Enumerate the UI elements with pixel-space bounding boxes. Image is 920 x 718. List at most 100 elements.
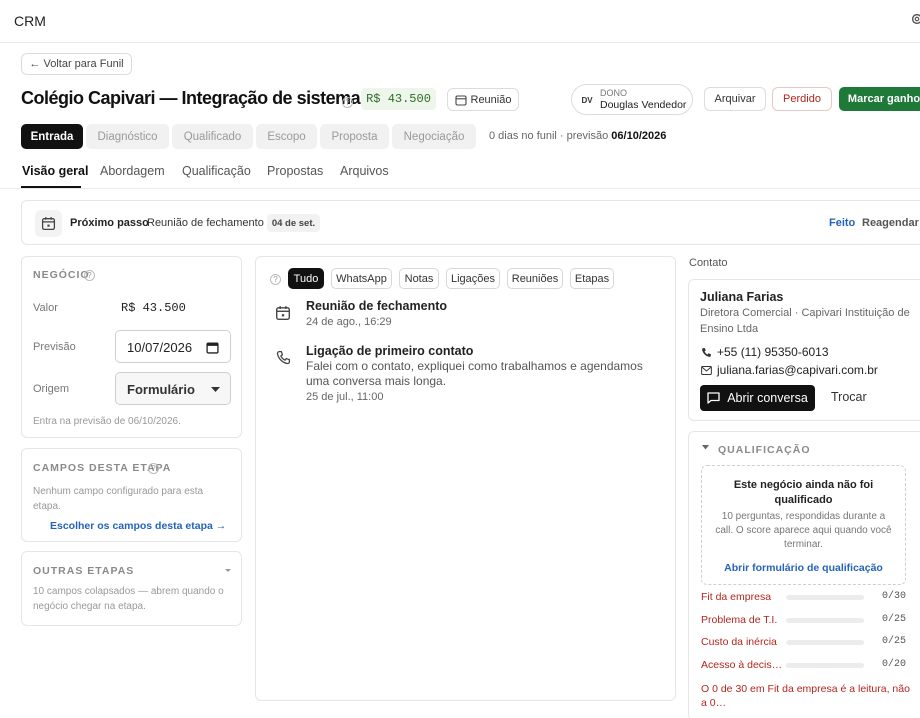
forecast-date-input[interactable]: 10/07/2026	[115, 330, 231, 363]
origin-value: Formulário	[127, 382, 195, 397]
qualification-progress-bar	[786, 617, 864, 623]
forecast-date: 06/10/2026	[611, 130, 667, 142]
qualification-row: Acesso à decis… 0/20	[689, 659, 920, 677]
tab-arquivos[interactable]: Arquivos	[340, 164, 389, 178]
mark-won-button[interactable]: Marcar ganho	[839, 87, 920, 111]
owner-selector[interactable]: DV DONO Douglas Vendedor	[571, 84, 693, 115]
stage-negociacao[interactable]: Negociação	[392, 124, 476, 149]
activity-date: 24 de ago., 16:29	[306, 316, 392, 328]
stage-entrada[interactable]: Entrada	[21, 124, 83, 149]
help-icon[interactable]: ?	[84, 270, 95, 281]
qualification-title: QUALIFICAÇÃO	[718, 444, 811, 456]
other-stages-panel[interactable]: OUTRAS ETAPAS 10 campos colapsados — abr…	[21, 551, 242, 626]
tab-qualificacao[interactable]: Qualificação	[182, 164, 251, 178]
forecast-date-value: 10/07/2026	[127, 340, 193, 355]
stage-escopo[interactable]: Escopo	[256, 124, 317, 149]
tab-abordagem[interactable]: Abordagem	[100, 164, 165, 178]
contact-role: Diretora Comercial · Capivari Instituiçã…	[700, 307, 910, 335]
qualification-row-label: Problema de T.I.	[701, 613, 778, 626]
avatar: DV	[581, 95, 593, 105]
filter-tudo[interactable]: Tudo	[288, 268, 324, 289]
tab-visao-geral[interactable]: Visão geral	[22, 164, 88, 178]
choose-fields-link[interactable]: Escolher os campos desta etapa →	[50, 520, 226, 532]
phone-icon	[272, 346, 294, 368]
back-to-funnel-button[interactable]: ← Voltar para Funil	[21, 53, 132, 75]
qualification-row: Fit da empresa 0/30	[689, 591, 920, 609]
contact-email[interactable]: juliana.farias@capivari.com.br	[717, 363, 878, 377]
qualification-empty-text: 10 perguntas, respondidas durante a call…	[715, 511, 892, 550]
owner-role: DONO	[600, 88, 627, 98]
value-amount: R$ 43.500	[121, 301, 186, 315]
origin-label: Origem	[33, 383, 70, 395]
divider	[0, 188, 920, 189]
mail-icon	[701, 366, 712, 375]
open-chat-label: Abrir conversa	[727, 391, 808, 405]
open-chat-button[interactable]: Abrir conversa	[700, 385, 815, 411]
qualification-row-score: 0/25	[882, 613, 907, 625]
forecast-label: Previsão	[33, 341, 76, 353]
help-icon[interactable]: ?	[342, 97, 353, 108]
next-step-value: Reunião de fechamento	[147, 217, 264, 229]
filter-reunioes[interactable]: Reuniões	[507, 268, 563, 289]
reschedule-button[interactable]: Reagendar	[862, 217, 919, 229]
qualification-row-label: Custo da inércia	[701, 636, 777, 648]
deal-panel: NEGÓCIO ? Valor R$ 43.500 Previsão 10/07…	[21, 256, 242, 438]
contact-card: Juliana Farias Diretora Comercial · Capi…	[688, 279, 920, 421]
help-icon[interactable]: ?	[148, 463, 159, 474]
value-label: Valor	[33, 302, 58, 314]
stage-fields-panel: CAMPOS DESTA ETAPA ? Nenhum campo config…	[21, 448, 242, 542]
funnel-status: 0 dias no funil · previsão 06/10/2026	[489, 130, 666, 142]
contact-phone[interactable]: +55 (11) 95350-6013	[717, 345, 829, 359]
tab-propostas[interactable]: Propostas	[267, 164, 323, 178]
forecast-note: Entra na previsão de 06/10/2026.	[33, 416, 181, 427]
done-button[interactable]: Feito	[829, 217, 855, 229]
qualification-row: Custo da inércia 0/25	[689, 636, 920, 654]
archive-button[interactable]: Arquivar	[704, 87, 766, 111]
filter-etapas[interactable]: Etapas	[570, 268, 614, 289]
chevron-down-icon	[225, 569, 231, 572]
stage-proposta[interactable]: Proposta	[320, 124, 389, 149]
contact-section-label: Contato	[689, 257, 728, 269]
stage-fields-empty: Nenhum campo configurado para esta etapa…	[33, 486, 204, 512]
contact-name: Juliana Farias	[700, 290, 784, 304]
chevron-down-icon[interactable]	[702, 445, 709, 450]
gear-icon[interactable]	[910, 12, 920, 26]
origin-select[interactable]: Formulário	[115, 372, 231, 405]
open-qualification-form-link[interactable]: Abrir formulário de qualificação	[702, 562, 905, 574]
qualification-row-label: Acesso à decis…	[701, 658, 783, 671]
next-step-label: Próximo passo	[70, 217, 149, 229]
swap-contact-button[interactable]: Trocar	[831, 390, 867, 404]
calendar-icon	[206, 342, 219, 354]
filter-ligacoes[interactable]: Ligações	[446, 268, 500, 289]
funnel-status-text: 0 dias no funil · previsão	[489, 130, 612, 142]
qualification-panel: QUALIFICAÇÃO Este negócio ainda não foi …	[688, 431, 920, 718]
qualification-progress-bar	[786, 662, 864, 668]
filter-notas[interactable]: Notas	[399, 268, 439, 289]
stage-qualificado[interactable]: Qualificado	[172, 124, 253, 149]
meeting-button[interactable]: Reunião	[447, 88, 519, 111]
meeting-label: Reunião	[470, 93, 512, 106]
qualification-row-score: 0/20	[882, 658, 907, 670]
stage-diagnostico[interactable]: Diagnóstico	[86, 124, 169, 149]
calendar-icon	[35, 210, 62, 237]
qualification-progress-bar	[786, 640, 864, 645]
activity-title: Ligação de primeiro contato	[306, 344, 474, 358]
app-title: CRM	[14, 13, 46, 29]
filter-whatsapp[interactable]: WhatsApp	[331, 268, 392, 289]
qualification-row-score: 0/30	[882, 591, 907, 602]
qualification-row-label: Fit da empresa	[701, 591, 772, 603]
phone-icon	[702, 348, 711, 357]
other-stages-title: OUTRAS ETAPAS	[33, 565, 135, 577]
qualification-empty-box: Este negócio ainda não foi qualificado 1…	[701, 465, 906, 585]
qualification-row: Problema de T.I. 0/25	[689, 614, 920, 632]
deal-title: Colégio Capivari — Integração de sistema…	[21, 88, 370, 108]
help-icon[interactable]: ?	[270, 274, 281, 285]
mark-lost-button[interactable]: Perdido	[772, 87, 832, 111]
activity-title: Reunião de fechamento	[306, 299, 447, 313]
next-step-card: Próximo passo Reunião de fechamento 04 d…	[21, 200, 920, 245]
activity-body: Falei com o contato, expliquei como trab…	[306, 359, 643, 388]
calendar-icon	[454, 94, 467, 106]
deal-amount-badge: R$ 43.500	[361, 88, 436, 110]
qualification-empty-title: Este negócio ainda não foi qualificado	[733, 479, 874, 506]
next-step-date: 04 de set.	[267, 214, 320, 232]
